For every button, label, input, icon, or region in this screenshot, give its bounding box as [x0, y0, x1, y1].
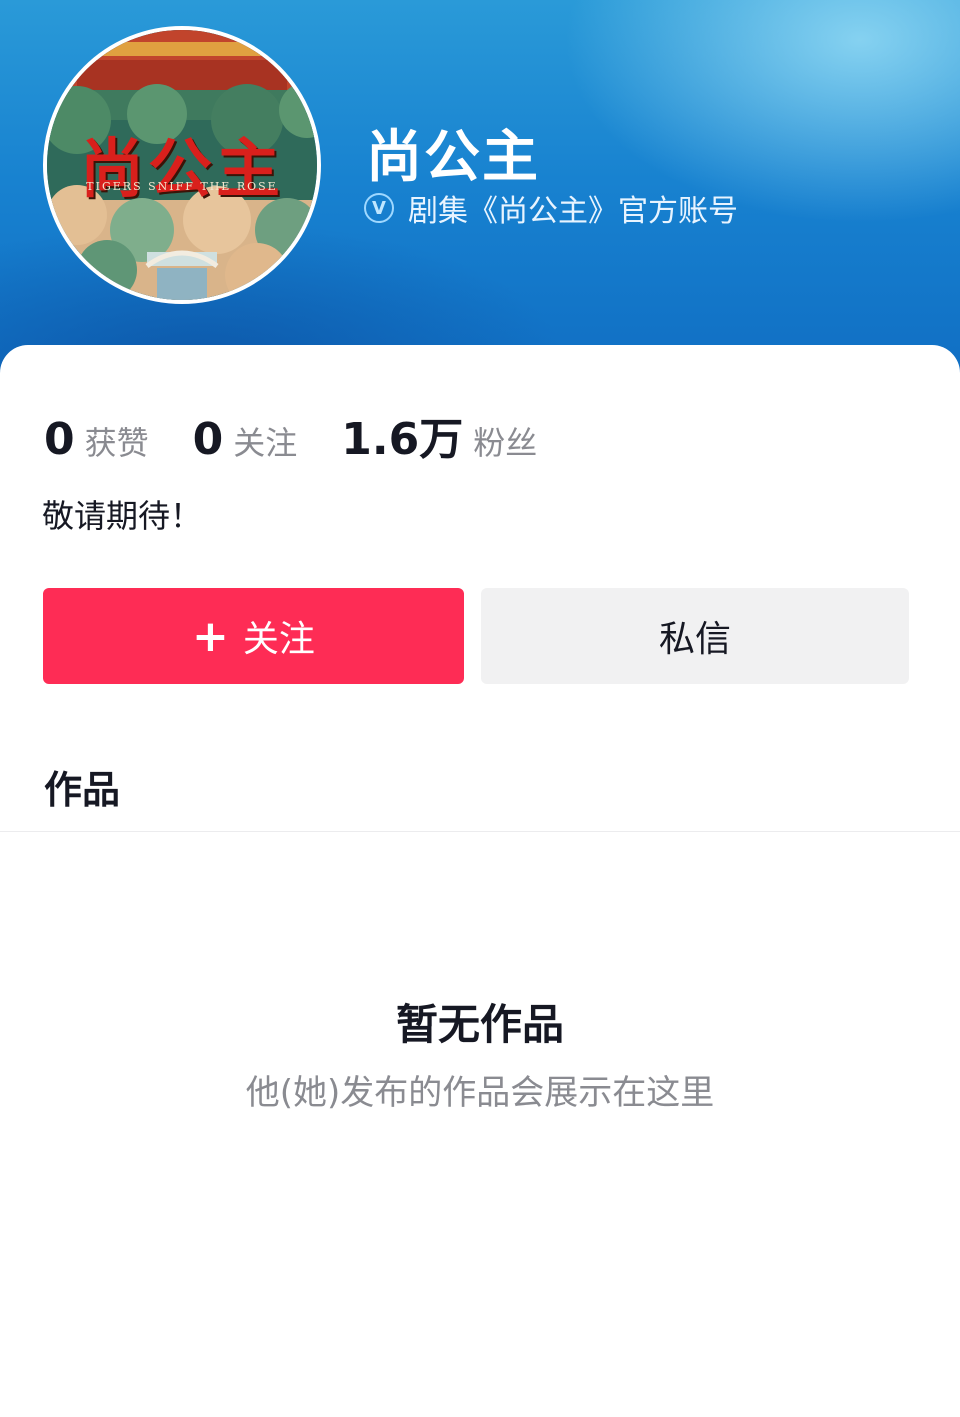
verification-row: V 剧集《尚公主》官方账号 — [364, 186, 738, 230]
profile-card: 0 获赞 0 关注 1.6万 粉丝 敬请期待！ + 关注 私信 作品 暂无作品 … — [0, 345, 960, 1417]
profile-nickname: 尚公主 — [366, 125, 540, 190]
stat-followers[interactable]: 1.6万 粉丝 — [341, 403, 537, 467]
avatar-title-text: 尚公主 — [80, 132, 284, 207]
message-button[interactable]: 私信 — [481, 588, 909, 684]
tab-divider — [0, 831, 960, 832]
verified-badge-icon: V — [364, 193, 394, 223]
plus-icon: + — [192, 610, 229, 662]
stat-likes-label: 获赞 — [84, 424, 149, 462]
stat-following-value: 0 — [192, 414, 224, 465]
profile-bio: 敬请期待！ — [42, 497, 203, 535]
follow-button-label: 关注 — [242, 619, 315, 660]
profile-stats: 0 获赞 0 关注 1.6万 粉丝 — [44, 403, 581, 467]
verification-text: 剧集《尚公主》官方账号 — [408, 194, 738, 229]
stat-followers-value: 1.6万 — [341, 414, 464, 465]
empty-state-subtitle: 他(她)发布的作品会展示在这里 — [245, 1073, 715, 1113]
empty-state-title: 暂无作品 — [395, 1000, 564, 1049]
profile-header-background: 尚公主 TIGERS SNIFF THE ROSE 尚公主 V 剧集《尚公主》官… — [0, 0, 960, 400]
stat-likes[interactable]: 0 获赞 — [44, 414, 149, 465]
stat-following-label: 关注 — [233, 424, 298, 462]
tab-works[interactable]: 作品 — [44, 759, 120, 814]
stat-likes-value: 0 — [44, 414, 75, 465]
stat-followers-label: 粉丝 — [473, 424, 538, 462]
avatar-subtitle-text: TIGERS SNIFF THE ROSE — [86, 180, 278, 193]
avatar[interactable]: 尚公主 TIGERS SNIFF THE ROSE — [43, 26, 321, 304]
message-button-label: 私信 — [658, 619, 731, 660]
follow-button[interactable]: + 关注 — [43, 588, 464, 684]
stat-following[interactable]: 0 关注 — [193, 414, 298, 465]
